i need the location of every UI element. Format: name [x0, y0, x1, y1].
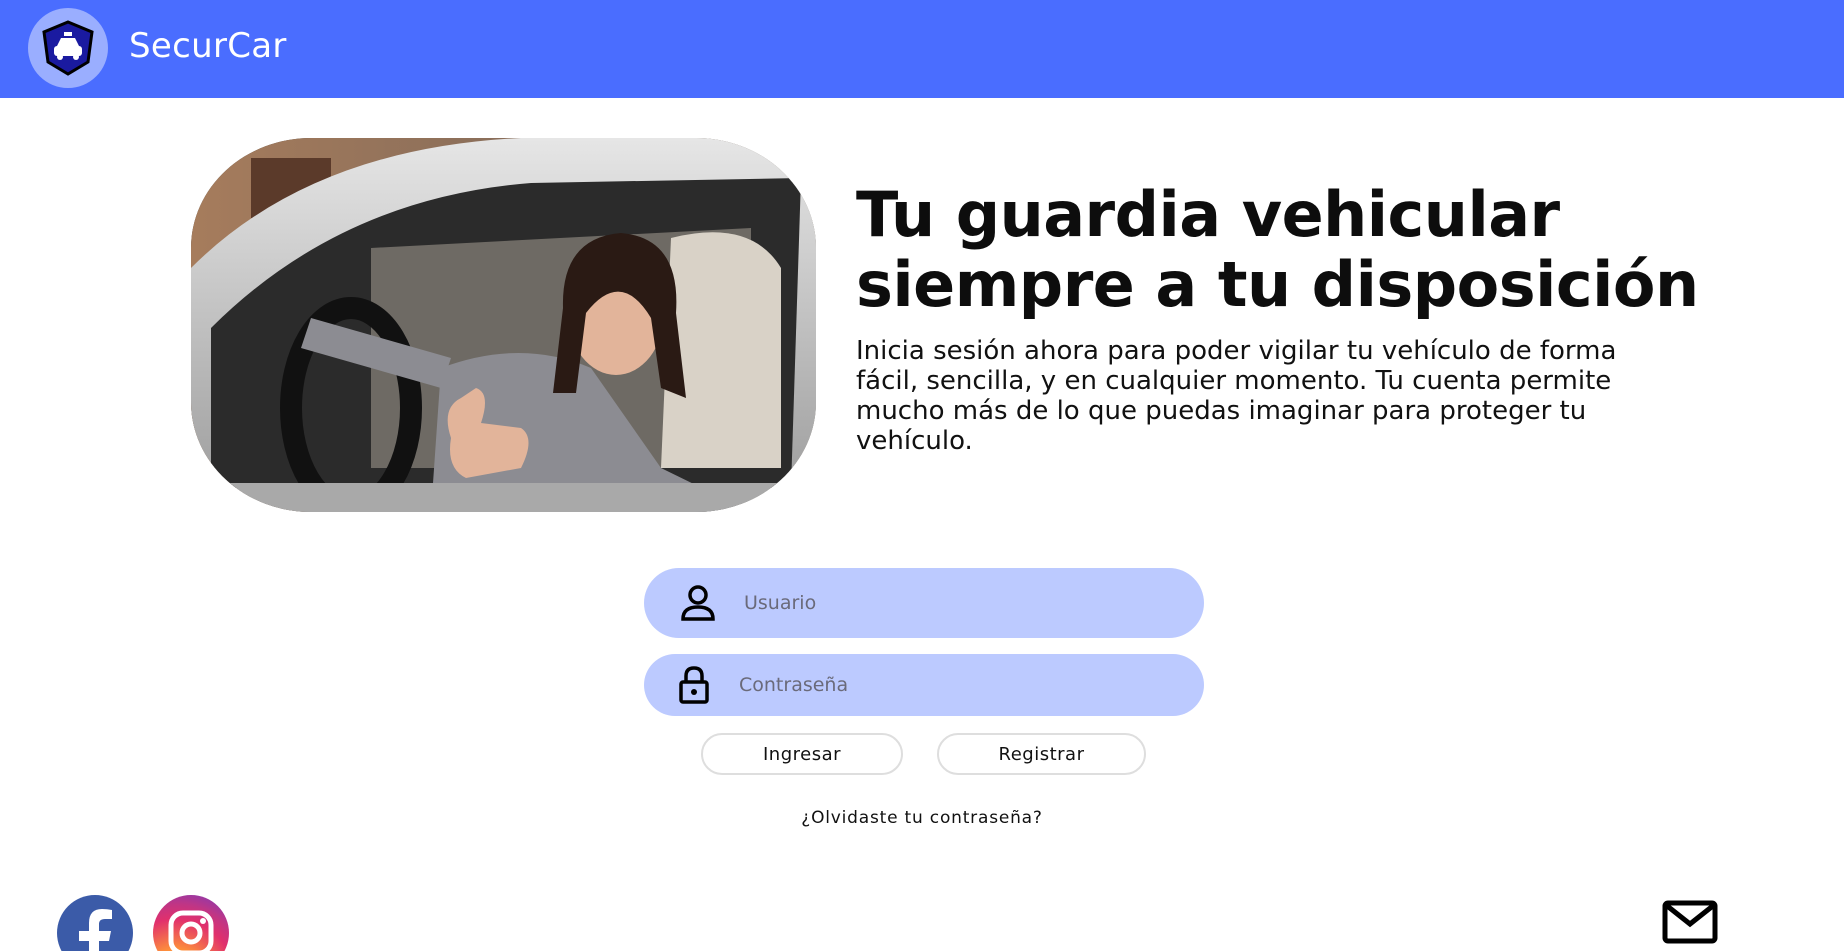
user-icon	[681, 585, 715, 621]
forgot-password-link[interactable]: ¿Olvidaste tu contraseña?	[0, 808, 1844, 828]
facebook-icon[interactable]	[57, 895, 133, 951]
top-bar: SecurCar	[0, 0, 1844, 98]
woman-in-car-photo	[191, 138, 816, 512]
mail-icon[interactable]	[1662, 900, 1718, 949]
logo-badge[interactable]	[28, 8, 108, 88]
register-button[interactable]: Registrar	[937, 733, 1146, 775]
envelope-glyph	[1662, 900, 1718, 944]
instagram-icon[interactable]	[153, 895, 229, 951]
facebook-f-glyph	[79, 909, 112, 951]
password-input[interactable]	[739, 654, 1169, 716]
shield-car-icon	[42, 20, 94, 76]
login-page: SecurCar Tu guardia vehicular siempre a …	[0, 0, 1844, 951]
hero-photo	[191, 138, 816, 512]
hero-subtext: Inicia sesión ahora para poder vigilar t…	[856, 336, 1617, 456]
lock-icon	[679, 666, 709, 704]
username-field[interactable]	[644, 568, 1204, 638]
hero-headline: Tu guardia vehicular siempre a tu dispos…	[856, 178, 1699, 321]
brand-name[interactable]: SecurCar	[129, 26, 287, 66]
password-field[interactable]	[644, 654, 1204, 716]
username-input[interactable]	[744, 568, 1174, 638]
login-button[interactable]: Ingresar	[701, 733, 903, 775]
instagram-glyph	[168, 910, 214, 951]
